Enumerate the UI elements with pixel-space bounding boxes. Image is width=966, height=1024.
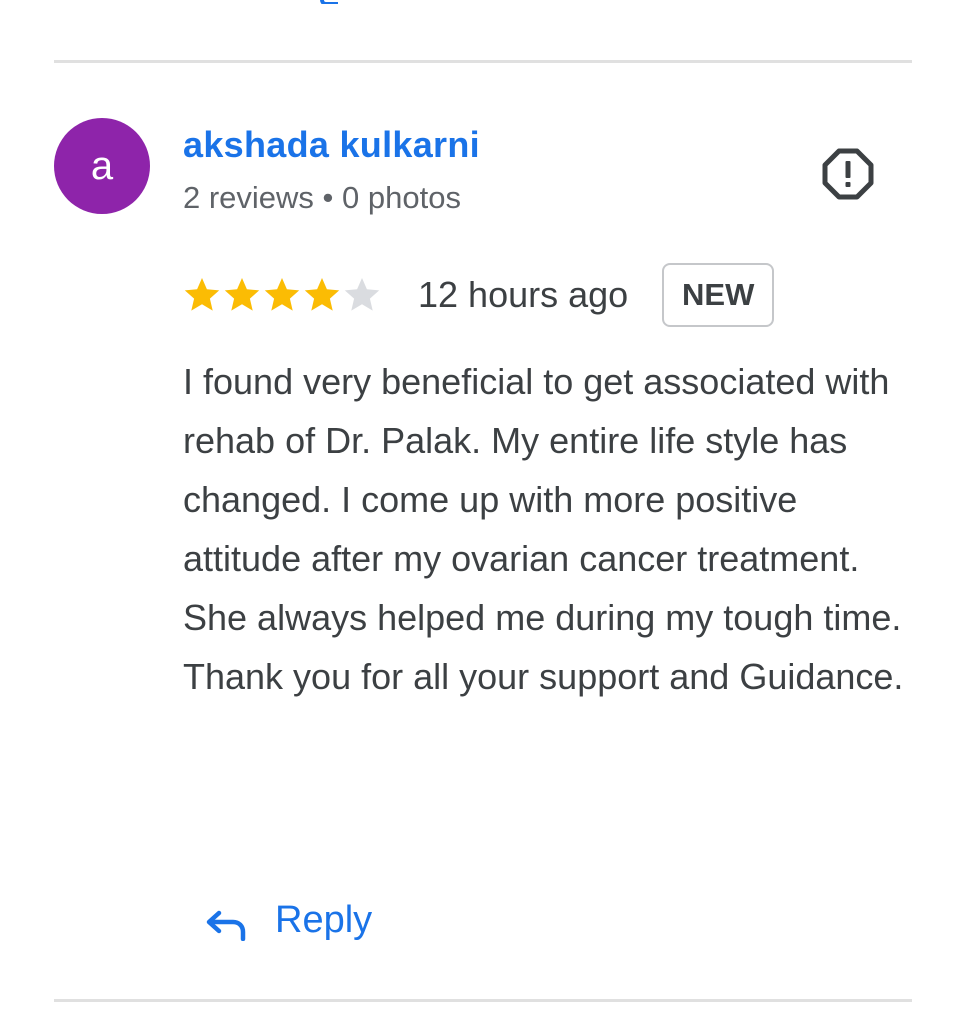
review-time: 12 hours ago [418, 274, 629, 315]
star-filled-icon [184, 278, 220, 311]
reply-label: Reply [275, 898, 373, 941]
star-rating [183, 276, 381, 314]
report-icon[interactable] [822, 148, 874, 200]
star-empty-icon [344, 278, 380, 311]
divider-bottom [54, 999, 912, 1002]
divider-top [54, 60, 912, 63]
avatar[interactable]: a [54, 118, 150, 214]
star-filled-icon [264, 278, 300, 311]
reply-button[interactable]: Reply [205, 890, 372, 950]
reviewer-meta: 2 reviews • 0 photos [183, 180, 461, 215]
star-filled-icon [304, 278, 340, 311]
reviewer-name-link[interactable]: akshada kulkarni [183, 124, 480, 166]
review-text: I found very beneficial to get associate… [183, 361, 904, 697]
reply-arrow-icon [206, 910, 246, 941]
avatar-letter: a [90, 143, 114, 188]
star-filled-icon [224, 278, 260, 311]
new-badge: NEW [662, 263, 775, 327]
rating-row: 12 hours ago NEW [183, 261, 775, 329]
previous-reply-button-fragment [280, 0, 380, 4]
